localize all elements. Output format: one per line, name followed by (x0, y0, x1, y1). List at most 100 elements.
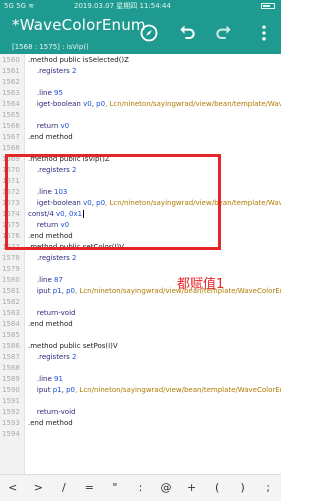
code-line[interactable]: 1564 iget-boolean v0, p0, Lcn/nineton/sa… (0, 99, 281, 110)
symbol-key[interactable]: : (130, 475, 152, 501)
code-token: .method public setPos(I)V (28, 342, 118, 350)
code-line[interactable]: 1567 .end method (0, 132, 281, 143)
code-text: iget-boolean v0, p0, Lcn/nineton/sayingw… (28, 99, 281, 110)
line-number: 1582 (2, 298, 20, 306)
symbol-key[interactable]: / (53, 475, 75, 501)
line-number: 1594 (2, 430, 20, 438)
code-editor[interactable]: 1560 .method public isSelected()Z 1561 .re… (0, 54, 281, 474)
code-line[interactable]: 1584 .end method (0, 319, 281, 330)
code-token: p0 (66, 386, 75, 394)
code-token: iget-boolean (28, 100, 84, 108)
code-line[interactable]: 1592 return-void (0, 407, 281, 418)
symbol-bar: < > / = ": @ +(); (0, 474, 281, 501)
code-line[interactable]: 1591 (0, 396, 281, 407)
code-text: .end method (28, 132, 73, 143)
code-line[interactable]: 1578 .registers 2 (0, 253, 281, 264)
symbol-key[interactable]: @ (155, 475, 177, 501)
code-token: p0 (96, 100, 106, 108)
line-number: 1588 (2, 364, 20, 372)
symbol-key[interactable]: > (27, 475, 49, 501)
code-line[interactable]: 1586 .method public setPos(I)V (0, 341, 281, 352)
code-line[interactable]: 1594 (0, 429, 281, 440)
code-line[interactable]: 1582 (0, 297, 281, 308)
line-number: 1578 (2, 254, 20, 262)
code-text: .registers 2 (28, 253, 77, 264)
code-text: return-void (28, 407, 76, 418)
code-text: .line 87 (28, 275, 63, 286)
code-line[interactable]: 1581 iput p1, p0, Lcn/nineton/sayingwrad… (0, 286, 281, 297)
line-number: 1584 (2, 320, 20, 328)
code-text: iput p1, p0, Lcn/nineton/sayingwrad/view… (28, 385, 281, 396)
redo-icon[interactable] (214, 23, 234, 43)
code-text: .registers 2 (28, 66, 77, 77)
code-token: .method public isSelected()Z (28, 56, 129, 64)
app-toolbar: *WaveColorEnum [1568 : 1575] : isVip() (0, 12, 281, 54)
annotation-text: 都赋值1 (177, 277, 225, 292)
highlight-box (5, 154, 221, 250)
compass-icon[interactable] (139, 23, 159, 43)
code-line[interactable]: 1580 .line 87 (0, 275, 281, 286)
code-line[interactable]: 1561 .registers 2 (0, 66, 281, 77)
file-title: *WaveColorEnum (12, 16, 146, 34)
code-line[interactable]: 1589 .line 91 (0, 374, 281, 385)
code-text: return-void (28, 308, 76, 319)
code-token: .line (28, 375, 54, 383)
symbol-key[interactable]: = (78, 475, 100, 501)
code-text: .method public isSelected()Z (28, 55, 129, 66)
line-number: 1567 (2, 133, 20, 141)
code-line[interactable]: 1585 (0, 330, 281, 341)
code-token: 2 (72, 67, 77, 75)
line-number: 1565 (2, 111, 20, 119)
code-token: , Lcn/nineton/sayingwrad/view/bean/templ… (105, 100, 281, 108)
line-number: 1560 (2, 56, 20, 64)
code-token: .line (28, 89, 54, 97)
code-line[interactable]: 1587 .registers 2 (0, 352, 281, 363)
code-line[interactable]: 1565 (0, 110, 281, 121)
symbol-key[interactable]: ) (232, 475, 254, 501)
symbol-key[interactable]: + (181, 475, 203, 501)
line-number: 1579 (2, 265, 20, 273)
code-token: p1 (52, 287, 62, 295)
line-number: 1589 (2, 375, 20, 383)
code-token: 95 (53, 89, 63, 97)
code-token: v0 (83, 100, 92, 108)
code-line[interactable]: 1583 return-void (0, 308, 281, 319)
code-token: iput (28, 287, 53, 295)
code-token: 2 (72, 353, 77, 361)
code-token: 91 (53, 375, 63, 383)
line-number: 1585 (2, 331, 20, 339)
code-text: .registers 2 (28, 352, 77, 363)
line-number: 1562 (2, 78, 20, 86)
line-number: 1592 (2, 408, 20, 416)
line-number: 1586 (2, 342, 20, 350)
code-line[interactable]: 1588 (0, 363, 281, 374)
code-line[interactable]: 1593 .end method (0, 418, 281, 429)
line-number: 1587 (2, 353, 20, 361)
code-token: .registers (28, 353, 72, 361)
symbol-key[interactable]: ; (257, 475, 279, 501)
undo-icon[interactable] (177, 23, 197, 43)
more-vert-icon[interactable] (254, 23, 274, 43)
code-line[interactable]: 1566 return v0 (0, 121, 281, 132)
code-line[interactable]: 1590 iput p1, p0, Lcn/nineton/sayingwrad… (0, 385, 281, 396)
code-text: .line 91 (28, 374, 63, 385)
code-token: 87 (53, 276, 63, 284)
line-number: 1590 (2, 386, 20, 394)
code-line[interactable]: 1562 (0, 77, 281, 88)
symbol-key[interactable]: ( (206, 475, 228, 501)
code-token: return-void (28, 309, 76, 317)
code-token: p0 (66, 287, 75, 295)
symbol-key[interactable]: " (104, 475, 126, 501)
code-line[interactable]: 1563 .line 95 (0, 88, 281, 99)
code-token: v0 (60, 122, 70, 130)
symbol-key[interactable]: < (2, 475, 24, 501)
code-text: iput p1, p0, Lcn/nineton/sayingwrad/view… (28, 286, 281, 297)
code-text: return v0 (28, 121, 69, 132)
line-number: 1561 (2, 67, 20, 75)
code-token: iput (28, 386, 53, 394)
line-number: 1563 (2, 89, 20, 97)
code-line[interactable]: 1568 (0, 143, 281, 154)
code-line[interactable]: 1560 .method public isSelected()Z (0, 55, 281, 66)
code-token: .end method (28, 133, 73, 141)
code-line[interactable]: 1579 (0, 264, 281, 275)
